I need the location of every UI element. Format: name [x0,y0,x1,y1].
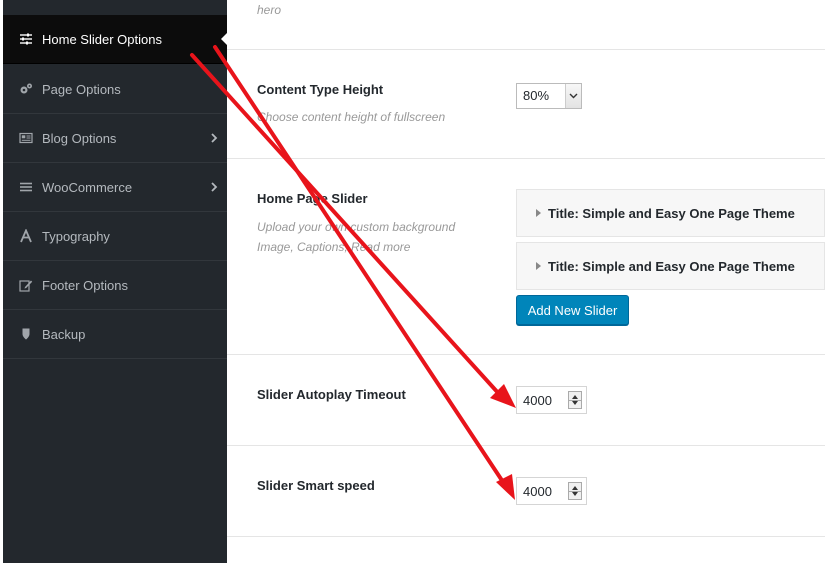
slider-smart-speed-input[interactable]: 4000 [516,477,587,505]
sidebar-item-backup[interactable]: Backup [3,310,227,359]
sidebar-item-page-options[interactable]: Page Options [3,65,227,114]
spinner-down-icon[interactable] [572,401,578,405]
chevron-right-icon [211,133,218,143]
hero-option-row: hero [227,0,825,50]
input-value: 4000 [523,484,552,499]
select-value: 80% [523,88,550,103]
chevron-right-icon [211,182,218,192]
add-new-slider-button[interactable]: Add New Slider [516,295,629,325]
slider-autoplay-timeout-label: Slider Autoplay Timeout [257,387,406,402]
sidebar-item-label: WooCommerce [42,179,133,195]
sidebar: Home Slider Options Page Options Blog Op… [3,0,228,563]
caret-right-icon [536,262,541,270]
sidebar-item-label: Home Slider Options [42,31,162,47]
sidebar-item-label: Backup [42,326,86,342]
newspaper-icon [18,130,34,146]
slide-title: Title: Simple and Easy One Page Theme [548,205,795,221]
slide-title: Title: Simple and Easy One Page Theme [548,258,795,274]
sidebar-item-footer-options[interactable]: Footer Options [3,261,227,310]
chevron-down-icon[interactable] [565,84,581,108]
spinner-up-icon[interactable] [572,486,578,490]
options-panel: hero Content Type Height Choose content … [227,0,825,563]
slide-accordion-item[interactable]: Title: Simple and Easy One Page Theme [516,242,825,290]
hero-description: hero [257,3,282,17]
spinner-down-icon[interactable] [572,492,578,496]
input-value: 4000 [523,393,552,408]
number-spinner[interactable] [568,391,582,409]
sidebar-item-typography[interactable]: Typography [3,212,227,261]
home-page-slider-label: Home Page Slider [257,191,368,206]
sidebar-item-woocommerce[interactable]: WooCommerce [3,163,227,212]
slide-accordion-item[interactable]: Title: Simple and Easy One Page Theme [516,189,825,237]
sidebar-item-label: Footer Options [42,277,128,293]
content-type-height-description: Choose content height of fullscreen [257,110,446,124]
content-type-height-select[interactable]: 80% [516,83,582,109]
shield-icon [18,326,34,342]
sliders-icon [18,31,34,47]
number-spinner[interactable] [568,482,582,500]
home-page-slider-description: Upload your own custom background Image,… [257,220,456,254]
sidebar-item-label: Page Options [42,81,121,97]
slider-autoplay-timeout-input[interactable]: 4000 [516,386,587,414]
list-icon [18,179,34,195]
caret-right-icon [536,209,541,217]
sidebar-item-label: Typography [42,228,110,244]
font-icon [18,228,34,244]
spinner-up-icon[interactable] [572,395,578,399]
slider-smart-speed-label: Slider Smart speed [257,478,375,493]
edit-icon [18,277,34,293]
content-type-height-label: Content Type Height [257,82,384,97]
sidebar-item-label: Blog Options [42,130,117,146]
gears-icon [18,81,34,97]
sidebar-item-home-slider-options[interactable]: Home Slider Options [3,15,228,64]
sidebar-item-blog-options[interactable]: Blog Options [3,114,227,163]
